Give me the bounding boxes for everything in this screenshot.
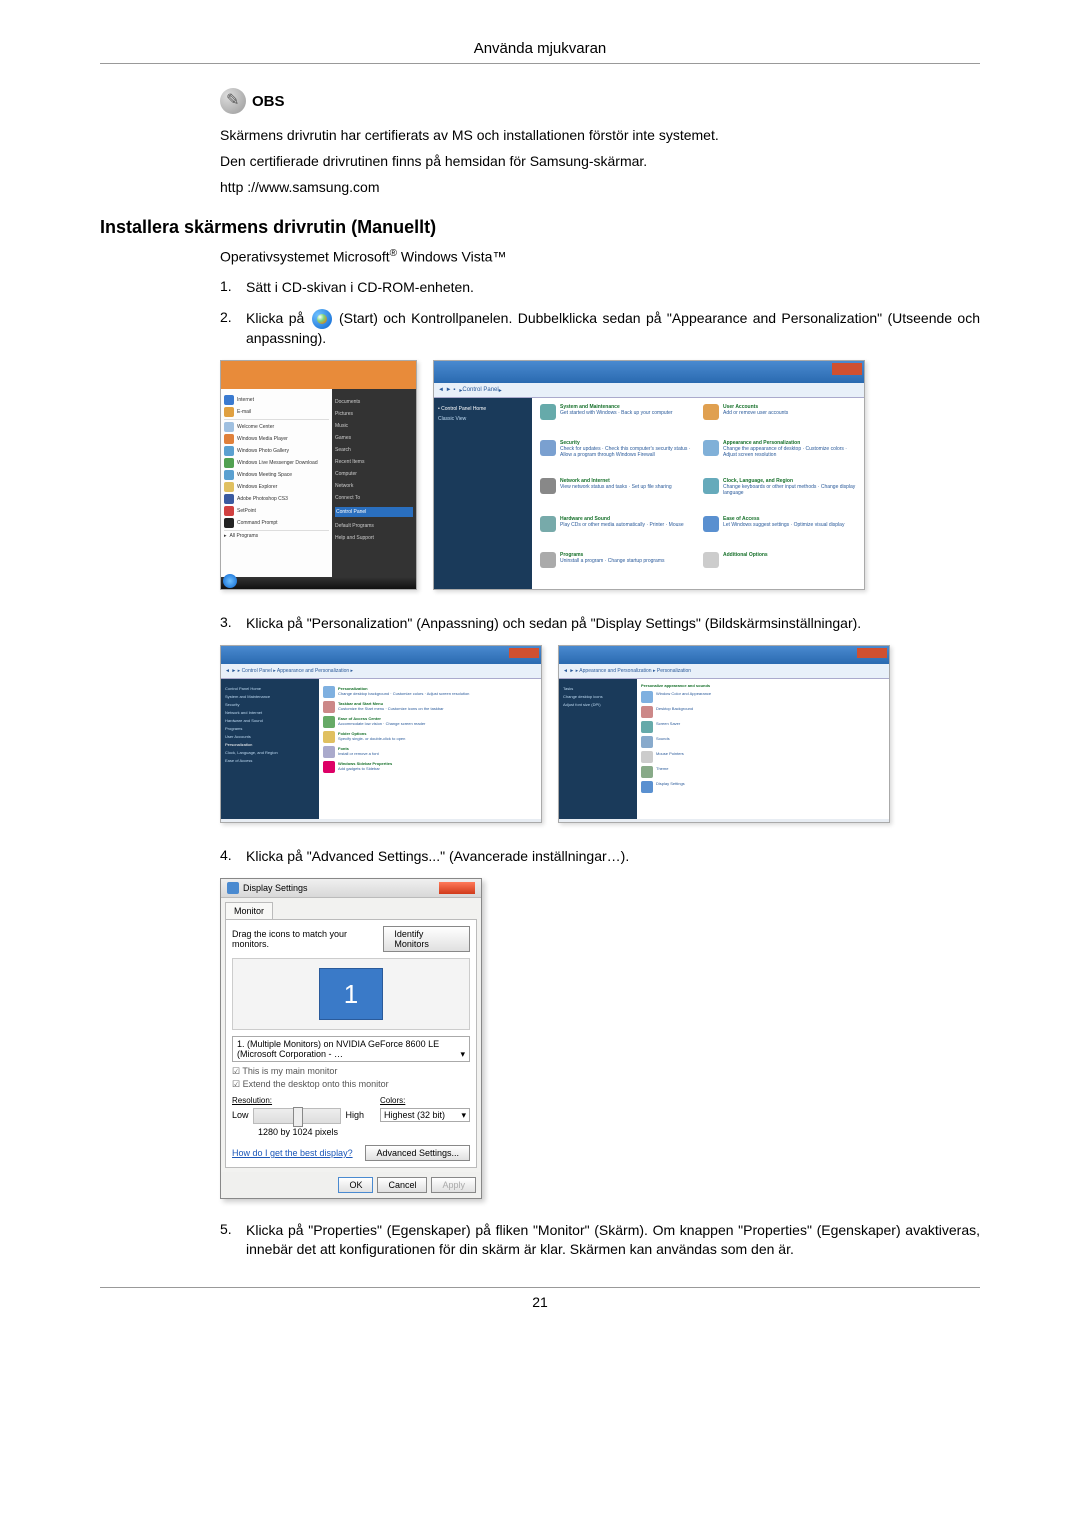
high-label: High xyxy=(345,1110,364,1120)
step-number-2: 2. xyxy=(220,309,246,348)
note-label: OBS xyxy=(252,93,285,110)
step-number-1: 1. xyxy=(220,278,246,297)
identify-monitors-button[interactable]: Identify Monitors xyxy=(383,926,470,952)
cancel-button[interactable]: Cancel xyxy=(377,1177,427,1193)
drag-instruction: Drag the icons to match your monitors. xyxy=(232,929,383,949)
screenshot-appearance-personalization: ◄ ► ▸ Control Panel ▸ Appearance and Per… xyxy=(220,645,542,823)
colors-label: Colors: xyxy=(380,1096,470,1105)
note-icon xyxy=(220,88,246,114)
extend-desktop-checkbox[interactable]: ☑ Extend the desktop onto this monitor xyxy=(232,1079,470,1090)
apply-button[interactable]: Apply xyxy=(431,1177,476,1193)
resolution-label: Resolution: xyxy=(232,1096,364,1105)
step-text-3: Klicka på "Personalization" (Anpassning)… xyxy=(246,614,980,633)
step2-post: (Start) och Kontrollpanelen. Dubbelklick… xyxy=(246,310,980,346)
dialog-icon xyxy=(227,882,239,894)
page-header: Använda mjukvaran xyxy=(100,40,980,57)
step2-pre: Klicka på xyxy=(246,310,310,326)
resolution-slider[interactable] xyxy=(253,1108,342,1124)
step-text-2: Klicka på (Start) och Kontrollpanelen. D… xyxy=(246,309,980,348)
step-text-1: Sätt i CD-skivan i CD-ROM-enheten. xyxy=(246,278,980,297)
section-title: Installera skärmens drivrutin (Manuellt) xyxy=(100,217,980,238)
screenshot-control-panel: ◄ ► ▪ ▸ Control Panel ▸ • Control Panel … xyxy=(433,360,865,590)
step-text-5: Klicka på "Properties" (Egenskaper) på f… xyxy=(246,1221,980,1259)
tab-monitor[interactable]: Monitor xyxy=(225,902,273,919)
step-number-4: 4. xyxy=(220,847,246,866)
monitor-1-icon[interactable]: 1 xyxy=(319,968,383,1020)
low-label: Low xyxy=(232,1110,249,1120)
os-line: Operativsystemet Microsoft® Windows Vist… xyxy=(220,248,980,265)
colors-select[interactable]: Highest (32 bit) ▾ xyxy=(380,1108,470,1122)
ok-button[interactable]: OK xyxy=(338,1177,373,1193)
step-text-4: Klicka på "Advanced Settings..." (Avance… xyxy=(246,847,980,866)
monitor-select[interactable]: 1. (Multiple Monitors) on NVIDIA GeForce… xyxy=(232,1036,470,1062)
note-text-2: Den certifierade drivrutinen finns på he… xyxy=(220,152,980,170)
advanced-settings-button[interactable]: Advanced Settings... xyxy=(365,1145,470,1161)
header-rule xyxy=(100,63,980,64)
os-suffix: Windows Vista™ xyxy=(397,248,506,264)
step-number-5: 5. xyxy=(220,1221,246,1259)
screenshot-start-menu: Internet E-mail Welcome Center Windows M… xyxy=(220,360,417,590)
registered-mark: ® xyxy=(390,248,397,259)
os-prefix: Operativsystemet Microsoft xyxy=(220,248,390,264)
note-text-1: Skärmens drivrutin har certifierats av M… xyxy=(220,126,980,144)
start-button-icon xyxy=(312,309,332,329)
note-url: http ://www.samsung.com xyxy=(220,178,980,196)
screenshot-display-settings: Display Settings Monitor Drag the icons … xyxy=(220,878,482,1199)
page-number: 21 xyxy=(532,1294,548,1310)
monitor-arrangement-area[interactable]: 1 xyxy=(232,958,470,1030)
help-link[interactable]: How do I get the best display? xyxy=(232,1148,353,1158)
close-icon[interactable] xyxy=(439,882,475,894)
screenshot-personalization: ◄ ► ▸ Appearance and Personalization ▸ P… xyxy=(558,645,890,823)
step-number-3: 3. xyxy=(220,614,246,633)
main-monitor-checkbox[interactable]: ☑ This is my main monitor xyxy=(232,1066,470,1077)
resolution-value: 1280 by 1024 pixels xyxy=(232,1127,364,1137)
dialog-title: Display Settings xyxy=(243,883,308,893)
